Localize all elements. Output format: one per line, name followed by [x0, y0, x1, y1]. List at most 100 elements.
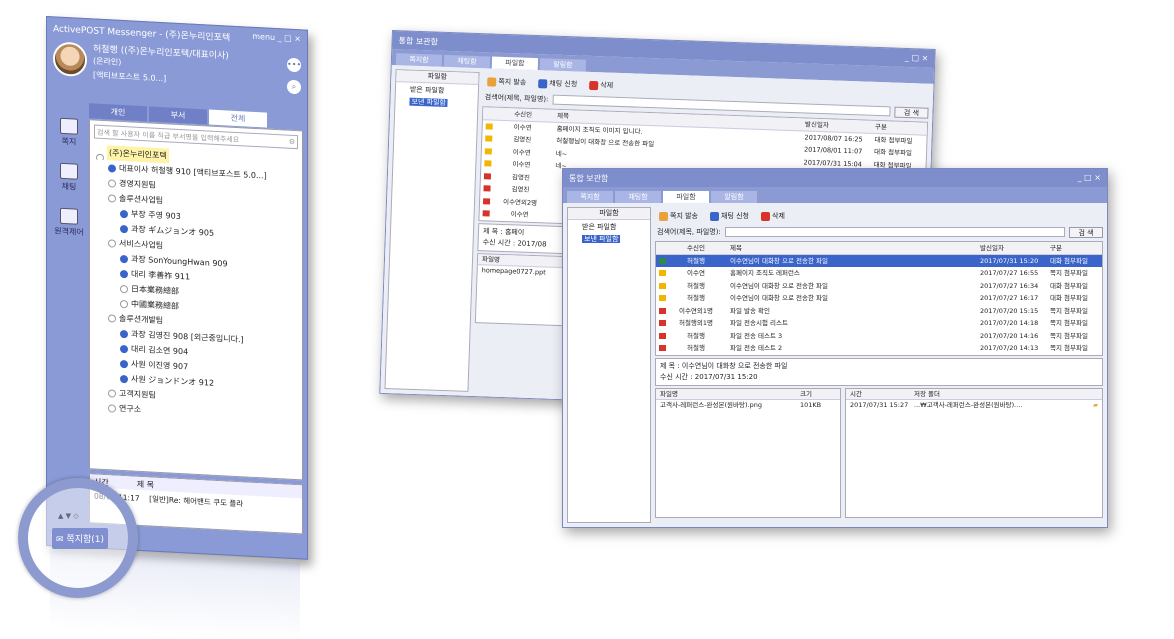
profile-area: 허철행 ((주)온누리인포텍/대표이사) (온라인) [액티브포스트 5.0..… — [47, 37, 307, 115]
tab-box-2[interactable]: 파일함 — [663, 191, 709, 203]
file-table: 수신인 제목 발신일자 구분 허철행 이수연님이 대화창 으로 전송한 파일 2017/07… — [655, 241, 1103, 356]
tab-personal[interactable]: 개인 — [89, 103, 147, 122]
toolbar-button-2[interactable]: 삭제 — [761, 211, 785, 221]
expand-icon[interactable] — [108, 313, 116, 323]
search-button[interactable]: 검 색 — [894, 106, 929, 119]
folder-received[interactable]: 받은 파일함 — [568, 220, 650, 232]
search-icon[interactable]: ⌕ — [287, 79, 301, 95]
window-control-buttons[interactable]: _ □ × — [1078, 173, 1101, 183]
tab-box-1[interactable]: 채팅함 — [615, 191, 661, 203]
detail-time: 수신 시간 : 2017/07/31 15:20 — [660, 372, 758, 381]
user-icon — [120, 359, 128, 368]
col-file-name[interactable]: 파일명 — [660, 389, 800, 399]
cell-subject: 홈페이지 조직도 레퍼런스 — [730, 269, 800, 277]
col-sender[interactable]: 수신인 — [668, 242, 724, 254]
toolbar-label: 쪽지 발송 — [498, 77, 527, 87]
left-menu-remote[interactable]: 원격제어 — [51, 207, 87, 238]
tree-label: 대리 李善祚 911 — [131, 269, 191, 282]
menu-button[interactable]: menu — [252, 32, 275, 42]
table-row[interactable]: 허철행 이수연님이 대화창 으로 전송한 파일 2017/07/27 16:34 대화… — [656, 280, 1102, 293]
toolbar-button-2[interactable]: 삭제 — [589, 80, 613, 91]
cell-subject: 파일 전송시험 리스트 — [730, 319, 788, 327]
mail-icon — [658, 257, 666, 264]
window-controls[interactable]: menu _ □ × — [252, 32, 301, 47]
expand-icon[interactable] — [108, 403, 116, 413]
open-folder-icon[interactable]: ▰ — [1093, 400, 1102, 411]
toolbar: 쪽지 발송 채팅 신청 삭제 — [655, 207, 1103, 225]
user-icon — [108, 163, 116, 173]
window-body: 파일함 받은 파일함 보낸 파일함 쪽지 발송 채팅 신청 삭제 검색어(제목, 파일명):… — [563, 203, 1107, 527]
more-icon[interactable]: ••• — [287, 57, 301, 73]
search-button[interactable]: 검 색 — [1069, 226, 1103, 238]
folder-sent[interactable]: 보낸 파일함 — [568, 232, 650, 244]
toolbar-button-0[interactable]: 쪽지 발송 — [487, 76, 526, 87]
tree-label: 사원 ジョンドンオ 912 — [131, 374, 215, 388]
tab-all[interactable]: 전체 — [209, 109, 267, 128]
table-row[interactable]: 이수연 홈페이지 조직도 레퍼런스 2017/07/27 16:55 쪽지 첨부파일 — [656, 267, 1102, 280]
table-row[interactable]: 허철행외1명 파일 전송시험 리스트 2017/07/20 14:18 쪽지 첨부파일 — [656, 317, 1102, 330]
user-status[interactable]: (온라인) — [93, 55, 121, 67]
save-history-pane: 시간 저장 폴더 2017/07/31 15:27 ...₩고객사-레퍼런스-완성본(… — [845, 387, 1103, 518]
detail-subject: 제 목 : 이수연님이 대화창 으로 전송한 파일 — [660, 361, 788, 370]
tab-box-0[interactable]: 쪽지함 — [567, 191, 613, 203]
cell-subject: 파일 전송 테스트 3 — [730, 331, 783, 340]
magnified-note-status[interactable]: ✉ 쪽지함(1) — [52, 528, 109, 549]
expand-icon[interactable] — [108, 178, 116, 188]
save-history-header: 시간 저장 폴더 — [846, 388, 1102, 400]
delete-icon — [761, 211, 770, 221]
toolbar-label: 채팅 신청 — [721, 212, 749, 220]
expand-icon[interactable] — [108, 238, 116, 248]
send-note-icon — [487, 76, 497, 87]
toolbar-button-1[interactable]: 채팅 신청 — [538, 78, 577, 89]
mail-icon — [658, 307, 666, 314]
col-save-time[interactable]: 시간 — [850, 389, 914, 399]
tab-box-3[interactable]: 알림함 — [711, 191, 757, 203]
col-date[interactable]: 발신일자 — [980, 242, 1050, 254]
file-box-window-front: 통합 보관함 _ □ × 쪽지함 채팅함 파일함 알림함 파일함 받은 파일함 보낸 파일함 쪽지… — [562, 168, 1108, 528]
left-menu-chat[interactable]: 채팅 — [51, 162, 87, 193]
folder-label: 받은 파일함 — [409, 85, 445, 95]
remote-icon — [60, 207, 78, 225]
expand-icon[interactable] — [108, 388, 116, 398]
folder-sent[interactable]: 보낸 파일함 — [395, 94, 477, 109]
cell-date: 2017/07/20 14:16 — [980, 331, 1039, 340]
list-item[interactable]: 2017/07/31 15:27 ...₩고객사-레퍼런스-완성본(원바탕)...… — [846, 400, 1102, 411]
table-row[interactable]: 허철행 이수연님이 대화창 으로 전송한 파일 2017/07/27 16:17 대화… — [656, 292, 1102, 305]
table-row[interactable]: 허철행 파일 전송 테스트 2 2017/07/20 14:13 쪽지 첨부파일 — [656, 342, 1102, 355]
table-row[interactable]: 허철행 파일 전송 테스트 3 2017/07/20 14:16 쪽지 첨부파일 — [656, 330, 1102, 343]
window-control-buttons[interactable]: _ □ × — [905, 53, 929, 64]
expand-icon[interactable] — [120, 299, 128, 308]
user-status-message[interactable]: [액티브포스트 5.0...] — [93, 69, 166, 84]
col-date[interactable]: 발신일자 — [805, 118, 875, 132]
col-kind[interactable]: 구분 — [1050, 242, 1102, 254]
col-file-size[interactable]: 크기 — [800, 389, 840, 399]
left-menu-note[interactable]: 쪽지 — [51, 117, 87, 148]
toolbar-button-1[interactable]: 채팅 신청 — [710, 211, 749, 221]
col-save-folder[interactable]: 저장 폴더 — [914, 389, 1102, 399]
tab-department[interactable]: 부서 — [149, 106, 207, 125]
folder-label: 받은 파일함 — [582, 223, 617, 231]
avatar[interactable] — [53, 41, 87, 78]
search-input[interactable] — [724, 227, 1065, 237]
col-subject[interactable]: 제목 — [724, 242, 980, 254]
search-gear-icon[interactable]: ⚙ — [289, 138, 295, 146]
file-main: 쪽지 발송 채팅 신청 삭제 검색어(제목, 파일명): 검 색 수신인 제목 발신일자 구분 허… — [655, 207, 1103, 523]
cell-sender: 허철행외1명 — [678, 319, 714, 327]
folder-label: 보낸 파일함 — [582, 235, 621, 243]
list-item[interactable]: 고객사-레퍼런스-완성본(원바탕).png 101KB — [656, 400, 840, 411]
expand-icon[interactable] — [108, 193, 116, 203]
search-input[interactable]: 검색 할 사용자 이름 직급 부서명을 입력해주세요 — [97, 128, 239, 144]
expand-icon[interactable] — [120, 284, 128, 293]
mail-icon — [658, 345, 666, 351]
col-sender[interactable]: 수신인 — [495, 108, 551, 121]
window-control-buttons[interactable]: _ □ × — [278, 33, 301, 43]
user-icon — [120, 254, 128, 263]
table-row[interactable]: 이수연외1명 파일 발송 확인 2017/07/20 15:15 쪽지 첨부파일 — [656, 305, 1102, 318]
delete-icon — [589, 80, 599, 90]
table-row[interactable]: 허철행 이수연님이 대화창 으로 전송한 파일 2017/07/31 15:20 대화… — [656, 254, 1102, 267]
col-kind[interactable]: 구분 — [875, 121, 927, 134]
mail-icon — [658, 320, 666, 326]
user-icon — [120, 329, 128, 338]
toolbar-button-0[interactable]: 쪽지 발송 — [659, 211, 698, 221]
window-title-bar[interactable]: 통합 보관함 _ □ × — [563, 169, 1107, 187]
